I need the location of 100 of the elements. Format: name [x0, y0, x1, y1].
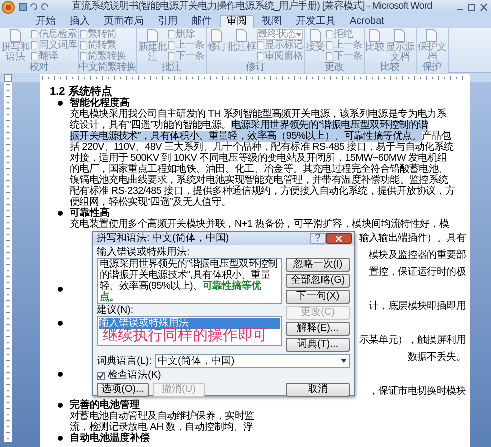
group-label: 修订 [206, 62, 304, 73]
ribbon-tab[interactable]: 视图 [256, 15, 288, 28]
ribbon-tab[interactable]: 引用 [152, 15, 184, 28]
ribbon-button[interactable]: 下一条 [168, 51, 204, 62]
close-icon[interactable] [479, 2, 489, 12]
close-icon [336, 236, 342, 242]
ribbon-button[interactable]: 批注框 [228, 29, 256, 62]
ribbon-tab[interactable]: 审阅 [220, 15, 254, 28]
body-text-line: 对接，适用于 500KV 到 10KV 不同电压等级的变电站及开闭所，15MW~60MW 发电机组 [70, 153, 448, 164]
dialog-button[interactable]: 取消 [286, 383, 350, 397]
dialog-button[interactable]: 下一句(X) [286, 290, 350, 304]
ribbon-button[interactable]: 上一条 [326, 40, 362, 51]
bullet-heading: 完善的电池管理 [70, 400, 140, 411]
field-label: 输入错误或特殊用法: [97, 247, 190, 258]
body-text-line: 计，底层模块即插即用 [368, 301, 466, 312]
ribbon-button[interactable]: 上一条 [168, 40, 204, 51]
ribbon-button[interactable]: 繁转简 [80, 29, 126, 40]
field-label: 词典语言(L): [97, 356, 152, 366]
redo-icon[interactable] [41, 3, 49, 11]
page-icon [211, 29, 223, 43]
dialog-button[interactable]: 忽略一次(I) [286, 258, 350, 272]
group-label: 校对 [0, 62, 78, 73]
dialog-title: 拼写和语法: 中文(简体，中国) [97, 232, 230, 244]
ribbon-button[interactable]: 显示源文档 [386, 29, 414, 62]
group-label: 更改 [305, 62, 364, 73]
body-text-line: 充电模块采用我公司自主研发的 TH 系列智能型高频开关电源，该系列电源是专为电力系 [70, 109, 447, 120]
page-icon [394, 29, 406, 43]
caret-icon [296, 32, 302, 36]
body-text-line: 数据不丢失。 [408, 352, 466, 363]
sentence-box[interactable]: 电源采用世界领先的"谐振电压型双环控制的谐振开关电源技术",具有体积小、重量轻、效率高(95%以上)、可靠性搞等优点。 [97, 258, 282, 304]
body-text-line: 振开关电源技术”，具有体积小、重量轻，效率高（95%以上）、可靠性搞等优点。产品包 [70, 131, 452, 142]
dialog-button[interactable]: 解释(E)... [286, 322, 350, 336]
bullet-icon [58, 101, 63, 106]
page-icon [310, 29, 322, 43]
ribbon-button[interactable]: 信息检索 [31, 29, 77, 40]
ribbon-tab[interactable]: 插入 [64, 15, 96, 28]
bullet-icon [58, 211, 63, 216]
ribbon-button[interactable]: 显示标记 [257, 40, 303, 51]
help-button[interactable]: ? [310, 233, 326, 244]
suggestion-item[interactable]: 输入错误或特殊用法 [99, 318, 280, 329]
bullet-heading: 自动电池温度补偿 [70, 433, 150, 444]
bullet-icon [58, 372, 63, 377]
window-title: 直流系统说明书(智能电源开关电力操作电源系统_用户手册) [兼容模式] - Microsoft Word [70, 1, 434, 13]
page-icon [10, 29, 22, 43]
page-icon [146, 29, 158, 43]
check-icon [98, 372, 104, 378]
body-text-line: 配有标准 RS-232/485 接口，提供多种通信规约，方便接入自动化系统，提供开放协议，方 [70, 186, 456, 197]
ribbon-tab[interactable]: Acrobat [344, 15, 390, 28]
body-text-line: 流，检测记录放电 AH 数，自动控制均、浮 [70, 422, 254, 433]
ribbon-button[interactable]: 拒绝 [326, 29, 362, 40]
bullet-icon [58, 287, 63, 292]
section-heading: 1.2 系统特点 [49, 86, 112, 98]
page-icon [236, 29, 248, 43]
ribbon-button[interactable]: 翻译 [31, 51, 77, 62]
language-select[interactable]: 中文(简体，中国) [155, 354, 350, 368]
page-icon [426, 29, 438, 43]
body-text-line: 充电装置使用多个高频开关模块并联，N+1 热备份，可平滑扩容，模块间均流特性好，模 [70, 219, 450, 230]
annotation-text: 继续执行同样的操作即可 [103, 328, 268, 344]
ribbon-tab[interactable]: 开发工具 [290, 15, 342, 28]
ribbon-button[interactable]: 同义词库 [31, 40, 77, 51]
ribbon-tab[interactable]: 页面布局 [98, 15, 150, 28]
ribbon-button[interactable]: 下一条 [326, 51, 362, 62]
tab-stop-icon[interactable] [4, 74, 12, 82]
body-text-line: 模块及监控器的重要部 [368, 250, 466, 261]
group-label: 比较 [364, 62, 416, 73]
ribbon-button[interactable]: 简转繁 [80, 40, 126, 51]
body-text-line: 输入输出端插件）。具有 [359, 233, 466, 244]
ribbon-button[interactable]: 修订 [208, 29, 226, 62]
office-orb-icon[interactable] [2, 0, 15, 14]
page-icon [369, 29, 381, 43]
ribbon-button[interactable]: 拼写和语法 [1, 29, 30, 62]
markup-dropdown[interactable]: 最终状态 [257, 29, 303, 40]
ribbon-button[interactable]: 比较 [366, 29, 384, 62]
body-text-line: 镍镉电池充电曲线要求，系统对电池实现智能充电管理，并带有温度补偿功能。监控系统 [70, 175, 448, 186]
ribbon-button[interactable]: 新建批注 [138, 29, 167, 62]
ribbon-button[interactable]: 简繁转换 [80, 51, 126, 62]
bullet-heading: 可靠性高 [70, 208, 110, 219]
ribbon-tab[interactable]: 邮件 [186, 15, 218, 28]
group-label: 批注 [137, 62, 206, 73]
maximize-icon[interactable] [467, 2, 477, 12]
bullet-heading: 智能化程度高 [70, 98, 130, 109]
close-button[interactable] [326, 233, 352, 244]
dialog-button[interactable]: 词典(T)... [286, 338, 350, 352]
ribbon-button[interactable]: 审阅窗格 [257, 51, 303, 62]
bullet-icon [58, 321, 63, 326]
group-label: 保护 [416, 62, 448, 73]
ribbon-tab[interactable]: 开始 [30, 15, 62, 28]
undo-icon[interactable] [30, 3, 38, 11]
group-label: 中文简繁转换 [79, 62, 136, 73]
caret-icon [341, 359, 347, 363]
ribbon-button[interactable]: 接受 [306, 29, 325, 62]
field-label: 建议(N): [97, 305, 134, 316]
dialog-button[interactable]: 选项(O)... [97, 383, 149, 397]
checkbox[interactable] [97, 372, 105, 380]
ribbon-button[interactable]: 保护文档 [418, 29, 446, 62]
bullet-icon [58, 436, 63, 441]
checkbox-label: 检查语法(K) [108, 370, 162, 381]
dialog-button[interactable]: 全部忽略(G) [286, 274, 350, 288]
ribbon-button[interactable]: 删除 [168, 29, 204, 40]
body-text-line: 对蓄电池自动管理及自动维护保养，实时监 [70, 411, 254, 422]
